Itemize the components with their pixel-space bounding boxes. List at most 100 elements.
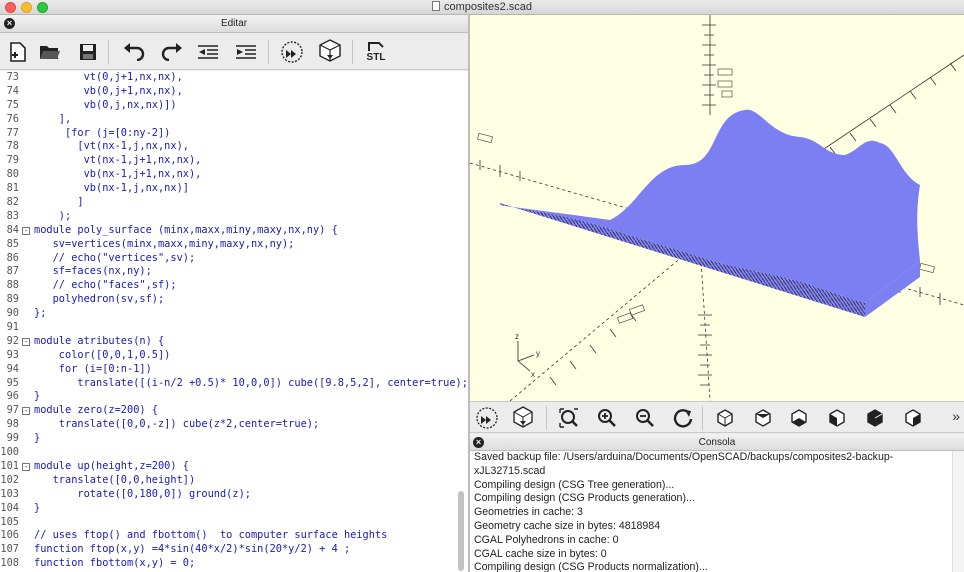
line-text: ]	[34, 196, 84, 209]
line-text: );	[34, 209, 72, 222]
console-line: CGAL cache size in bytes: 0	[474, 547, 607, 560]
fold-toggle-icon[interactable]: -	[22, 407, 30, 416]
code-line[interactable]: 94 for (i=[0:n-1])	[0, 363, 468, 377]
reset-view-icon[interactable]	[670, 405, 696, 431]
view-back-icon[interactable]	[900, 405, 926, 431]
line-text: module zero(z=200) {	[34, 404, 158, 417]
code-lines: 73 vt(0,j+1,nx,nx), 74 vb(0,j+1,nx,nx), 75…	[0, 71, 468, 571]
fold-toggle-icon[interactable]: -	[22, 226, 30, 235]
code-line[interactable]: 86 // echo("vertices",sv);	[0, 252, 468, 266]
open-file-icon[interactable]	[36, 38, 64, 66]
code-line[interactable]: 95 translate([(i-n/2 +0.5)* 10,0,0]) cub…	[0, 377, 468, 391]
document-icon	[431, 1, 440, 11]
line-number: 88	[6, 279, 19, 292]
code-line[interactable]: 100	[0, 446, 468, 460]
line-text: for (i=[0:n-1])	[34, 362, 152, 375]
new-file-icon[interactable]	[4, 38, 32, 66]
line-text: function ftop(x,y) =4*sin(40*x/2)*sin(20…	[34, 543, 351, 556]
code-line[interactable]: 107 function ftop(x,y) =4*sin(40*x/2)*sin…	[0, 543, 468, 557]
zoom-in-icon[interactable]	[594, 405, 620, 431]
console-line: Geometry cache size in bytes: 4818984	[474, 519, 661, 532]
view-right-icon[interactable]	[712, 405, 738, 431]
code-line[interactable]: 90};	[0, 307, 468, 321]
code-line[interactable]: 106 // uses ftop() and fbottom() to compu…	[0, 529, 468, 543]
line-number: 84	[6, 223, 19, 236]
line-text: vt(nx-1,j+1,nx,nx),	[34, 154, 202, 167]
fold-toggle-icon[interactable]: -	[22, 462, 30, 471]
surface-top	[500, 109, 920, 303]
code-line[interactable]: 92- module atributes(n) {	[0, 335, 468, 349]
save-icon[interactable]	[74, 38, 102, 66]
code-line[interactable]: 93 color([0,0,1,0.5])	[0, 349, 468, 363]
view-bottom-icon[interactable]	[786, 405, 812, 431]
console-output[interactable]: Saved backup file: /Users/arduina/Docume…	[470, 451, 952, 572]
view-all-icon[interactable]	[556, 405, 582, 431]
line-text: translate([0,0,-z]) cube(z*2,center=true…	[34, 418, 320, 431]
code-line[interactable]: 87 sf=faces(nx,ny);	[0, 265, 468, 279]
indent-icon[interactable]	[232, 38, 260, 66]
code-line[interactable]: 96}	[0, 390, 468, 404]
line-text: rotate([0,180,0]) ground(z);	[34, 487, 251, 500]
code-line[interactable]: 102 translate([0,0,height])	[0, 474, 468, 488]
unindent-icon[interactable]	[194, 38, 222, 66]
code-line[interactable]: 89 polyhedron(sv,sf);	[0, 293, 468, 307]
code-line[interactable]: 74 vb(0,j+1,nx,nx),	[0, 85, 468, 99]
render-icon[interactable]	[510, 405, 536, 431]
toolbar-overflow-icon[interactable]: »	[952, 408, 960, 424]
code-line[interactable]: 104}	[0, 502, 468, 516]
code-line[interactable]: 103 rotate([0,180,0]) ground(z);	[0, 488, 468, 502]
view-left-icon[interactable]	[824, 405, 850, 431]
line-number: 75	[6, 98, 19, 111]
code-line[interactable]: 77 [for (j=[0:ny-2])	[0, 127, 468, 141]
preview-icon[interactable]	[278, 38, 306, 66]
view-top-icon[interactable]	[750, 405, 776, 431]
code-line[interactable]: 75 vb(0,j,nx,nx)])	[0, 99, 468, 113]
code-line[interactable]: 98 translate([0,0,-z]) cube(z*2,center=t…	[0, 418, 468, 432]
code-line[interactable]: 82 ]	[0, 196, 468, 210]
code-line[interactable]: 81 vb(nx-1,j,nx,nx)]	[0, 182, 468, 196]
view-front-icon[interactable]	[862, 405, 888, 431]
code-line[interactable]: 85 sv=vertices(minx,maxx,miny,maxy,nx,ny…	[0, 238, 468, 252]
line-text: polyhedron(sv,sf);	[34, 293, 165, 306]
code-line[interactable]: 99}	[0, 432, 468, 446]
code-line[interactable]: 76 ],	[0, 113, 468, 127]
line-text: module poly_surface (minx,maxx,miny,maxy…	[34, 223, 338, 236]
console-line: Geometries in cache: 3	[474, 506, 583, 519]
redo-icon[interactable]	[158, 38, 186, 66]
line-number: 99	[6, 432, 19, 445]
preview-icon[interactable]	[474, 405, 500, 431]
code-line[interactable]: 78 [vt(nx-1,j,nx,nx),	[0, 140, 468, 154]
line-text: // uses ftop() and fbottom() to computer…	[34, 529, 388, 542]
code-line[interactable]: 97- module zero(z=200) {	[0, 404, 468, 418]
code-line[interactable]: 101- module up(height,z=200) {	[0, 460, 468, 474]
code-line[interactable]: 105	[0, 516, 468, 530]
console-scrollbar[interactable]	[952, 451, 964, 572]
code-editor[interactable]: 73 vt(0,j+1,nx,nx), 74 vb(0,j+1,nx,nx), 75…	[0, 71, 468, 572]
console-line: CGAL Polyhedrons in cache: 0	[474, 533, 619, 546]
window-title-text: composites2.scad	[443, 1, 533, 13]
code-line[interactable]: 91	[0, 321, 468, 335]
render-icon[interactable]	[316, 38, 344, 66]
code-line[interactable]: 80 vb(nx-1,j+1,nx,nx),	[0, 168, 468, 182]
code-line[interactable]: 79 vt(nx-1,j+1,nx,nx),	[0, 154, 468, 168]
fold-toggle-icon[interactable]: -	[22, 337, 30, 346]
toolbar-separator	[352, 40, 353, 64]
code-line[interactable]: 83 );	[0, 210, 468, 224]
export-stl-icon[interactable]: STL	[362, 38, 390, 66]
line-number: 81	[6, 182, 19, 195]
editor-scrollbar[interactable]	[458, 491, 464, 571]
line-number: 82	[6, 196, 19, 209]
line-number: 93	[6, 348, 19, 361]
code-line[interactable]: 88 // echo("faces",sf);	[0, 279, 468, 293]
3d-viewport[interactable]: z y x	[470, 15, 964, 401]
line-number: 78	[6, 140, 19, 153]
zoom-out-icon[interactable]	[632, 405, 658, 431]
toolbar-separator	[702, 406, 703, 430]
line-number: 76	[6, 112, 19, 125]
line-number: 80	[6, 168, 19, 181]
line-number: 108	[0, 557, 19, 570]
code-line[interactable]: 108 function fbottom(x,y) = 0;	[0, 557, 468, 571]
undo-icon[interactable]	[120, 38, 148, 66]
code-line[interactable]: 84- module poly_surface (minx,maxx,miny,m…	[0, 224, 468, 238]
code-line[interactable]: 73 vt(0,j+1,nx,nx),	[0, 71, 468, 85]
